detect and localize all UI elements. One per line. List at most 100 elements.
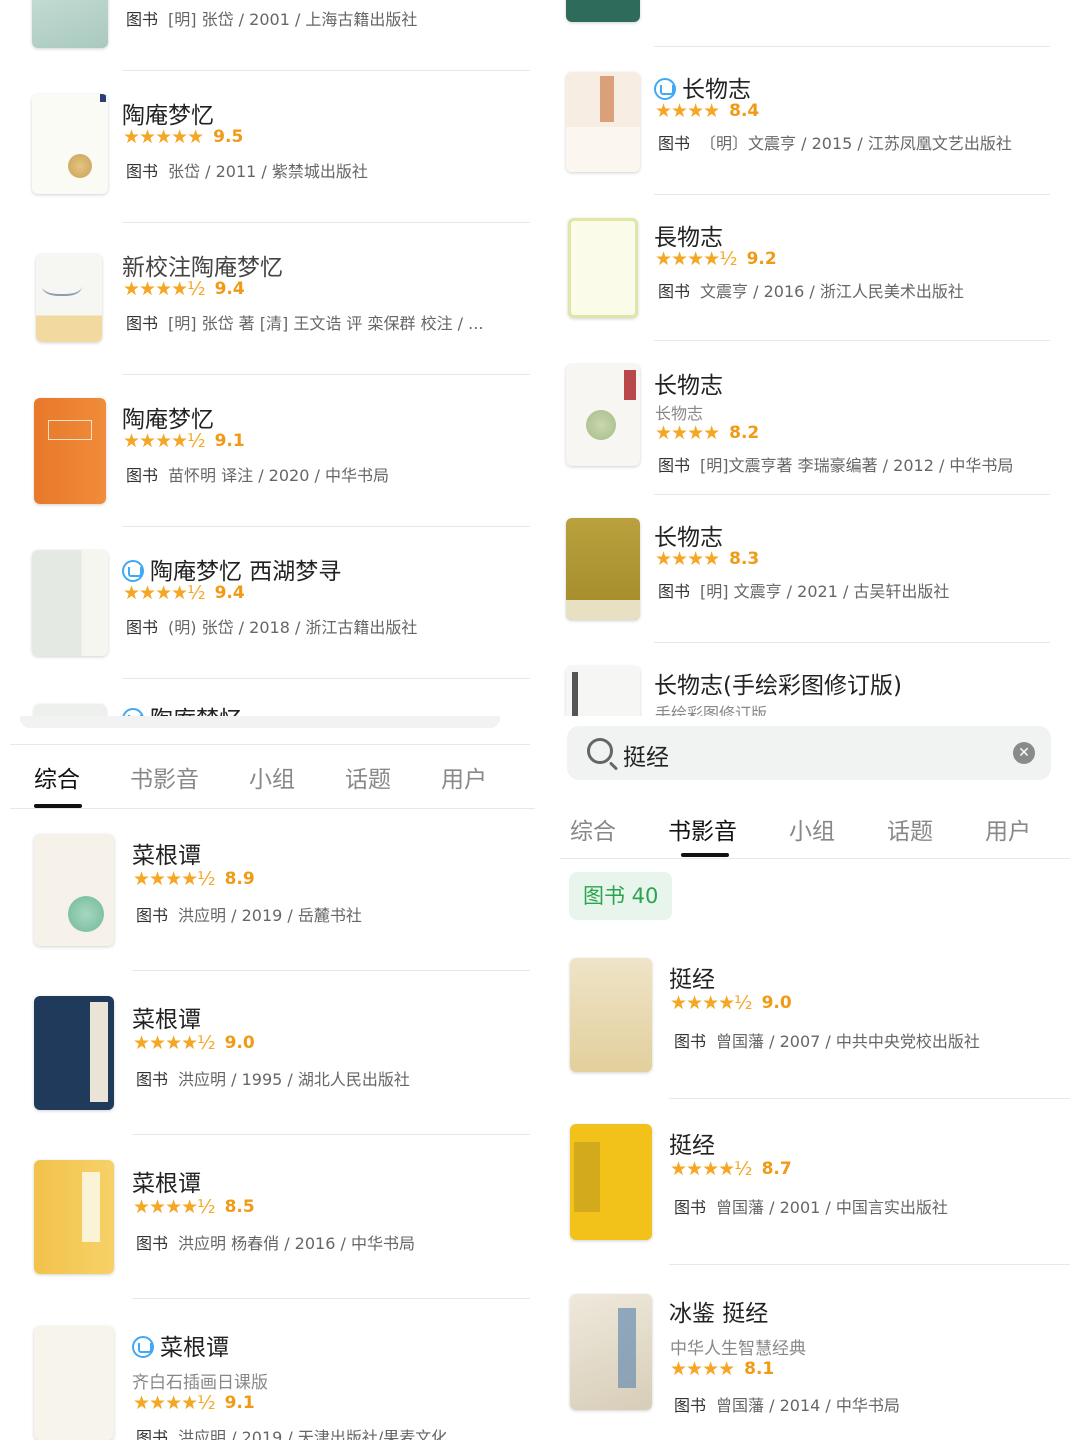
book-meta: 图书 (明) 张岱 / 2018 / 浙江古籍出版社 xyxy=(126,618,418,637)
book-title[interactable]: 长物志 xyxy=(654,70,751,104)
book-cover[interactable] xyxy=(34,704,106,716)
book-cover[interactable] xyxy=(32,94,108,194)
book-title[interactable]: 挺经 xyxy=(669,1126,715,1160)
book-title[interactable]: 陶庵梦忆 西湖梦寻 xyxy=(122,552,341,586)
divider xyxy=(654,340,1050,341)
rating-score: 8.9 xyxy=(224,869,255,889)
book-title[interactable]: 长物志 xyxy=(654,518,723,552)
read-online-icon xyxy=(654,78,676,100)
book-title[interactable]: 菜根谭 xyxy=(132,836,201,870)
search-results-caigentan: 综合 书影音 小组 话题 用户 菜根谭 ★★★★½ 8.9 图书 洪应明 / 20… xyxy=(0,716,540,1440)
divider xyxy=(654,46,1050,47)
tab-users[interactable]: 用户 xyxy=(985,812,1031,846)
tab-topics[interactable]: 话题 xyxy=(887,812,933,846)
rating-score: 9.4 xyxy=(214,583,245,603)
book-cover[interactable] xyxy=(34,996,114,1110)
search-input[interactable]: 挺经 ✕ xyxy=(567,726,1051,780)
book-results-panel-taoan: 图书 [明] 张岱 / 2001 / 上海古籍出版社 陶庵梦忆 ★★★★★ 9.5… xyxy=(0,0,540,716)
book-meta: 图书 曾国藩 / 2014 / 中华书局 xyxy=(674,1396,900,1415)
book-cover[interactable] xyxy=(566,364,640,466)
read-online-icon xyxy=(122,708,144,716)
book-title[interactable]: 长物志(手绘彩图修订版) xyxy=(654,666,902,700)
rating-score: 8.3 xyxy=(729,549,760,569)
divider xyxy=(122,222,530,223)
star-rating-icon: ★★★★ xyxy=(670,1358,735,1380)
search-icon xyxy=(587,738,613,764)
book-title[interactable]: 挺经 xyxy=(669,960,715,994)
rating-score: 8.2 xyxy=(729,423,760,443)
book-subtitle: 手绘彩图修订版 xyxy=(655,704,768,716)
book-cover[interactable] xyxy=(32,550,108,656)
book-title[interactable]: 冰鉴 挺经 xyxy=(669,1294,768,1328)
tab-books-movies-music[interactable]: 书影音 xyxy=(668,812,737,846)
book-cover[interactable] xyxy=(36,254,102,342)
book-cover[interactable] xyxy=(32,0,108,48)
divider xyxy=(122,374,530,375)
star-rating-icon: ★★★★½ xyxy=(670,1158,753,1180)
divider xyxy=(654,494,1050,495)
book-rating: ★★★★½ 9.0 xyxy=(133,1032,255,1054)
book-title[interactable]: 菜根谭 xyxy=(132,1000,201,1034)
book-title[interactable]: 长物志 xyxy=(654,366,723,400)
book-title[interactable]: 新校注陶庵梦忆 xyxy=(122,248,283,282)
book-cover[interactable] xyxy=(566,518,640,620)
divider xyxy=(560,858,1070,859)
rating-score: 9.5 xyxy=(213,127,244,147)
book-subtitle: 中华人生智慧经典 xyxy=(670,1339,806,1359)
book-cover[interactable] xyxy=(34,1160,114,1274)
book-meta: 图书 洪应明 / 2019 / 天津出版社/果麦文化 xyxy=(136,1428,448,1440)
book-cover[interactable] xyxy=(566,0,640,22)
book-cover[interactable] xyxy=(570,958,652,1072)
book-cover[interactable] xyxy=(568,218,638,318)
star-rating-icon: ★★★★½ xyxy=(655,248,738,270)
book-meta: 图书 曾国藩 / 2007 / 中共中央党校出版社 xyxy=(674,1032,980,1051)
rating-score: 9.4 xyxy=(214,279,245,299)
read-online-icon xyxy=(122,560,144,582)
divider xyxy=(132,970,530,971)
book-meta: 图书 洪应明 / 2019 / 岳麓书社 xyxy=(136,906,362,925)
read-online-icon xyxy=(132,1336,154,1358)
divider xyxy=(654,194,1050,195)
rating-score: 9.2 xyxy=(746,249,777,269)
star-rating-icon: ★★★★½ xyxy=(123,430,206,452)
book-rating: ★★★★ 8.4 xyxy=(655,100,759,122)
star-rating-icon: ★★★★½ xyxy=(133,868,216,890)
book-meta: 图书 〔明〕文震亨 / 2015 / 江苏凤凰文艺出版社 xyxy=(658,134,1012,153)
book-title[interactable]: 陶庵梦忆 xyxy=(122,700,242,716)
star-rating-icon: ★★★★½ xyxy=(123,582,206,604)
book-cover[interactable] xyxy=(34,834,114,946)
book-cover[interactable] xyxy=(566,666,640,716)
book-cover[interactable] xyxy=(34,1326,114,1440)
tab-users[interactable]: 用户 xyxy=(441,760,487,794)
tab-topics[interactable]: 话题 xyxy=(345,760,391,794)
book-cover[interactable] xyxy=(34,398,106,504)
tab-groups[interactable]: 小组 xyxy=(249,760,295,794)
rating-score: 8.4 xyxy=(729,101,760,121)
divider xyxy=(132,1298,530,1299)
book-title[interactable]: 長物志 xyxy=(654,218,723,252)
book-title[interactable]: 陶庵梦忆 xyxy=(122,400,214,434)
book-meta: 图书 曾国藩 / 2001 / 中国言实出版社 xyxy=(674,1198,948,1217)
book-rating: ★★★★ 8.2 xyxy=(655,422,759,444)
book-cover[interactable] xyxy=(566,72,640,172)
book-title[interactable]: 陶庵梦忆 xyxy=(122,96,214,130)
clear-search-icon[interactable]: ✕ xyxy=(1013,742,1035,764)
book-meta: 图书 [明] 张岱 著 [清] 王文诰 评 栾保群 校注 / ... xyxy=(126,314,484,333)
book-title[interactable]: 菜根谭 xyxy=(132,1164,201,1198)
divider xyxy=(669,1098,1070,1099)
book-results-panel-zhangwu: 长物志 ★★★★ 8.4 图书 〔明〕文震亨 / 2015 / 江苏凤凰文艺出版社… xyxy=(540,0,1080,716)
book-rating: ★★★★½ 9.4 xyxy=(123,582,245,604)
tab-all[interactable]: 综合 xyxy=(570,812,616,846)
book-cover[interactable] xyxy=(570,1124,652,1240)
tab-books-movies-music[interactable]: 书影音 xyxy=(130,760,199,794)
search-query[interactable]: 挺经 xyxy=(623,738,669,772)
tab-all[interactable]: 综合 xyxy=(34,760,80,794)
tab-groups[interactable]: 小组 xyxy=(789,812,835,846)
filter-chip-books[interactable]: 图书 40 xyxy=(569,872,673,920)
divider xyxy=(122,526,530,527)
book-cover[interactable] xyxy=(570,1294,652,1410)
book-title[interactable]: 菜根谭 xyxy=(132,1328,229,1362)
search-tab-bar: 综合 书影音 小组 话题 用户 xyxy=(570,812,1031,846)
divider xyxy=(669,1264,1070,1265)
book-rating: ★★★★½ 8.9 xyxy=(133,868,255,890)
